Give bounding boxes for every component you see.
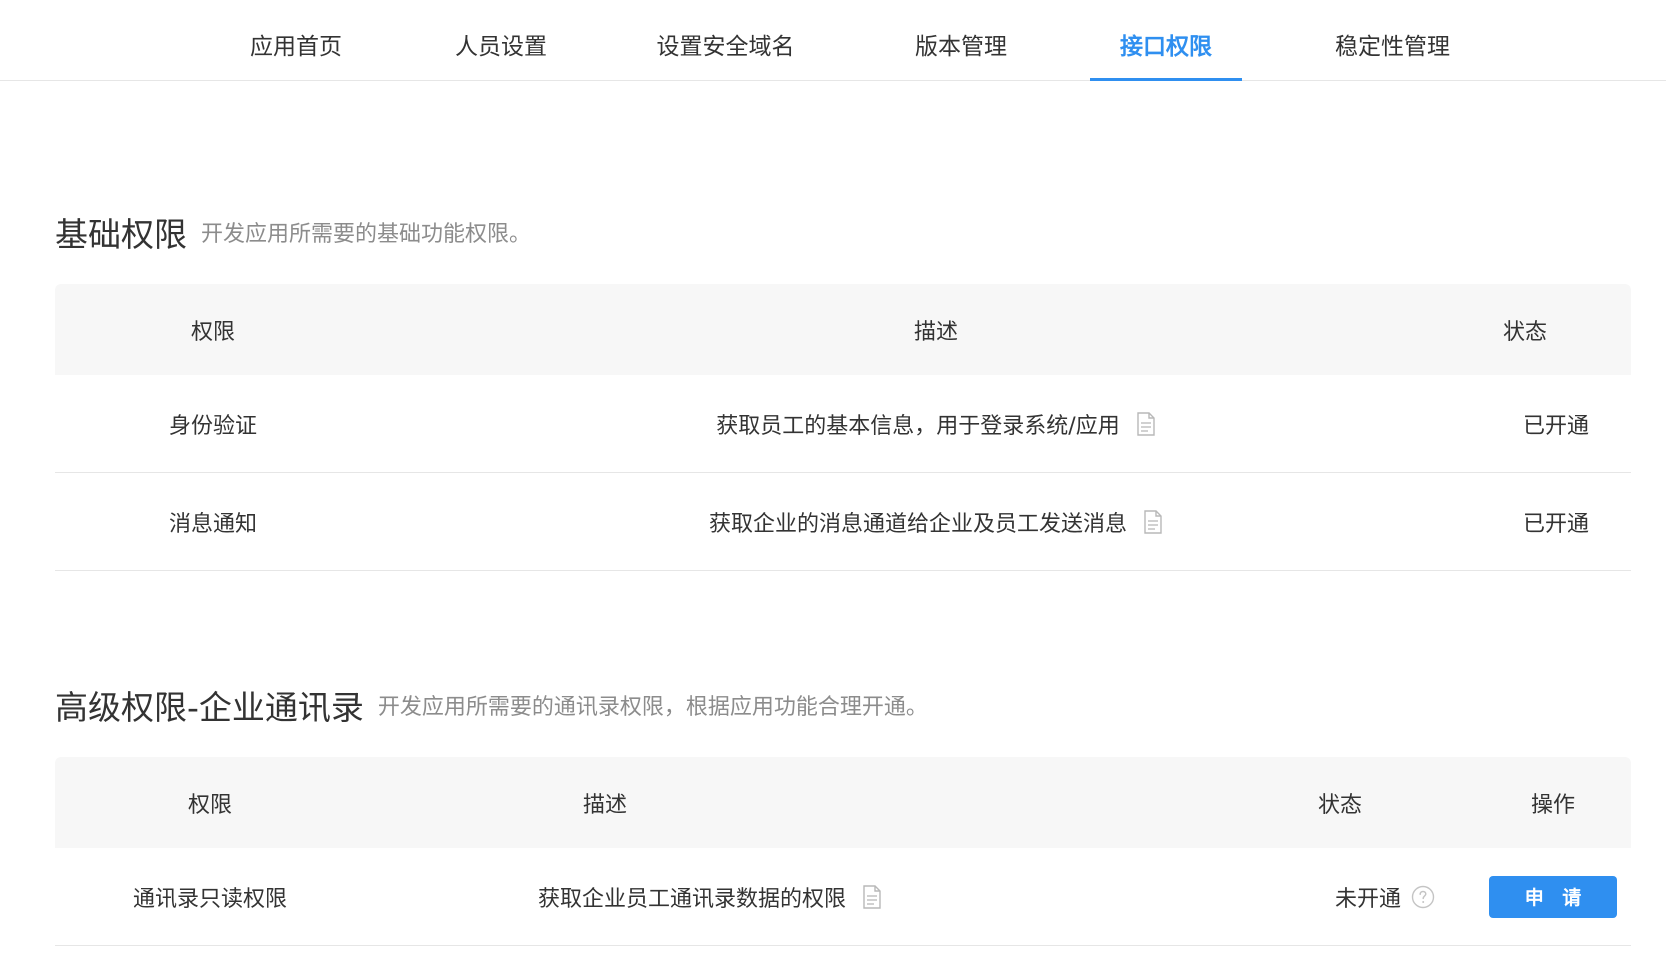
permission-description: 获取企业的消息通道给企业及员工发送消息 [708,511,1127,537]
column-header-status: 状态 [1317,792,1362,818]
status-text: 已开通 [1522,413,1589,439]
tab-member-settings[interactable]: 人员设置 [431,0,571,81]
apply-button[interactable]: 申 请 [1489,875,1617,918]
permission-description: 获取企业员工通讯录数据的权限 [537,886,846,912]
table-header: 权限 描述 状态 [55,284,1631,375]
permission-description-cell: 获取企业员工通讯录数据的权限 [365,848,1055,945]
action-cell: 申 请 [1475,848,1631,945]
basic-permissions-table: 权限 描述 状态 身份验证 获取员工的基本信息，用于登录系统/应用 已开通 消息… [55,284,1631,571]
permission-description-cell: 获取企业的消息通道给企业及员工发送消息 [371,473,1501,570]
tab-stability-management[interactable]: 稳定性管理 [1315,0,1470,81]
advanced-permissions-table: 权限 描述 状态 操作 通讯录只读权限 获取企业员工通讯录数据的权限 未开通 申… [55,757,1631,946]
table-row: 通讯录只读权限 获取企业员工通讯录数据的权限 未开通 申 请 [55,848,1631,946]
status-text: 未开通 [1334,886,1401,912]
permission-description-cell: 获取员工的基本信息，用于登录系统/应用 [371,375,1501,472]
advanced-permissions-heading: 高级权限-企业通讯录 开发应用所需要的通讯录权限，根据应用功能合理开通。 [55,681,928,729]
section-subtitle: 开发应用所需要的基础功能权限。 [201,222,532,247]
document-icon[interactable] [1143,509,1163,534]
question-circle-icon[interactable] [1411,885,1435,909]
column-header-permission: 权限 [190,319,235,345]
section-title: 基础权限 [55,215,187,254]
section-subtitle: 开发应用所需要的通讯录权限，根据应用功能合理开通。 [377,695,928,720]
document-icon[interactable] [862,884,882,909]
permission-name: 消息通知 [168,511,257,537]
column-header-action: 操作 [1530,792,1575,818]
table-header: 权限 描述 状态 操作 [55,757,1631,848]
table-row: 消息通知 获取企业的消息通道给企业及员工发送消息 已开通 [55,473,1631,571]
tab-version-management[interactable]: 版本管理 [896,0,1026,81]
tab-api-permissions[interactable]: 接口权限 [1090,0,1242,81]
document-icon[interactable] [1136,411,1156,436]
top-tab-bar: 应用首页 人员设置 设置安全域名 版本管理 接口权限 稳定性管理 [0,0,1666,81]
basic-permissions-heading: 基础权限 开发应用所需要的基础功能权限。 [55,208,531,256]
tab-app-home[interactable]: 应用首页 [226,0,366,81]
permission-name: 身份验证 [168,413,257,439]
status-cell: 未开通 [1285,848,1485,945]
tab-security-domain[interactable]: 设置安全域名 [648,0,803,81]
column-header-description: 描述 [582,792,627,818]
table-row: 身份验证 获取员工的基本信息，用于登录系统/应用 已开通 [55,375,1631,473]
column-header-description: 描述 [913,319,958,345]
column-header-permission: 权限 [187,792,232,818]
permission-description: 获取员工的基本信息，用于登录系统/应用 [716,413,1120,439]
permission-name: 通讯录只读权限 [132,886,287,912]
status-text: 已开通 [1522,511,1589,537]
column-header-status: 状态 [1502,319,1547,345]
section-title: 高级权限-企业通讯录 [55,688,364,727]
